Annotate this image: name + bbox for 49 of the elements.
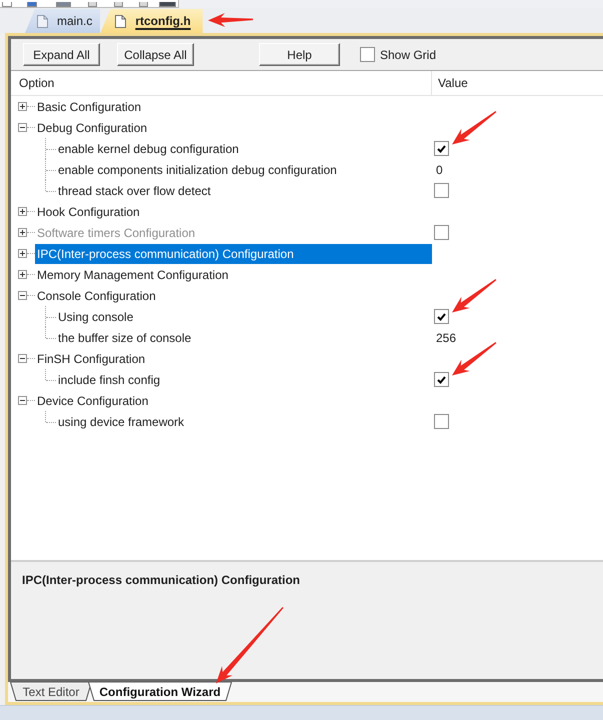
collapse-icon[interactable] — [18, 291, 27, 300]
document-icon — [37, 14, 48, 28]
toolbar-button[interactable]: Collapse All — [117, 43, 194, 66]
option-label[interactable]: include finsh config — [56, 370, 432, 390]
expand-icon[interactable] — [18, 207, 27, 216]
checkbox-label[interactable]: Show Grid — [380, 48, 436, 62]
option-label[interactable]: thread stack over flow detect — [56, 180, 432, 200]
value-text: 0 — [435, 162, 443, 176]
checkmark-icon — [437, 312, 446, 320]
collapse-icon[interactable] — [18, 354, 27, 363]
option-label[interactable]: the buffer size of console — [56, 328, 432, 348]
option-label[interactable]: IPC(Inter-process communication) Configuration — [35, 244, 432, 264]
option-label[interactable]: Hook Configuration — [35, 202, 432, 222]
file-tab[interactable]: rtconfig.h — [100, 9, 203, 33]
option-label[interactable]: Using console — [56, 306, 432, 326]
option-label[interactable]: Debug Configuration — [35, 118, 432, 138]
option-label[interactable]: FinSH Configuration — [35, 348, 432, 368]
checkmark-icon — [437, 144, 446, 152]
checkbox[interactable] — [360, 47, 375, 62]
option-label[interactable]: using device framework — [56, 412, 432, 432]
toolbar-icon[interactable] — [159, 2, 176, 7]
checkbox[interactable] — [434, 372, 449, 387]
expand-icon[interactable] — [18, 102, 27, 111]
description-text: IPC(Inter-process communication) Configuration — [22, 573, 300, 587]
checkbox[interactable] — [434, 414, 449, 429]
checkbox[interactable] — [434, 183, 449, 198]
toolbar-button[interactable]: Expand All — [23, 43, 100, 66]
toolbar-button[interactable]: Help — [259, 43, 340, 66]
option-label[interactable]: enable components initialization debug configuration — [56, 160, 432, 180]
collapse-icon[interactable] — [18, 123, 27, 132]
toolbar-icon[interactable] — [2, 2, 12, 7]
checkbox[interactable] — [434, 309, 449, 324]
editor-tab[interactable]: Configuration Wizard — [88, 682, 232, 701]
editor-tab[interactable]: Text Editor — [10, 682, 92, 701]
column-header: Option — [11, 71, 432, 95]
file-tab[interactable]: main.c — [25, 9, 100, 33]
collapse-icon[interactable] — [18, 396, 27, 405]
column-header: Value — [437, 75, 469, 92]
value-text: 256 — [435, 330, 456, 344]
document-icon — [115, 14, 126, 28]
option-label[interactable]: Device Configuration — [35, 390, 432, 410]
option-label[interactable]: Memory Management Configuration — [35, 264, 432, 284]
option-label[interactable]: enable kernel debug configuration — [56, 138, 432, 158]
checkbox[interactable] — [434, 141, 449, 156]
expand-icon[interactable] — [18, 270, 27, 279]
checkmark-icon — [437, 376, 446, 384]
expand-icon[interactable] — [18, 249, 27, 258]
option-label[interactable]: Basic Configuration — [35, 96, 432, 116]
option-label[interactable]: Console Configuration — [35, 286, 432, 306]
